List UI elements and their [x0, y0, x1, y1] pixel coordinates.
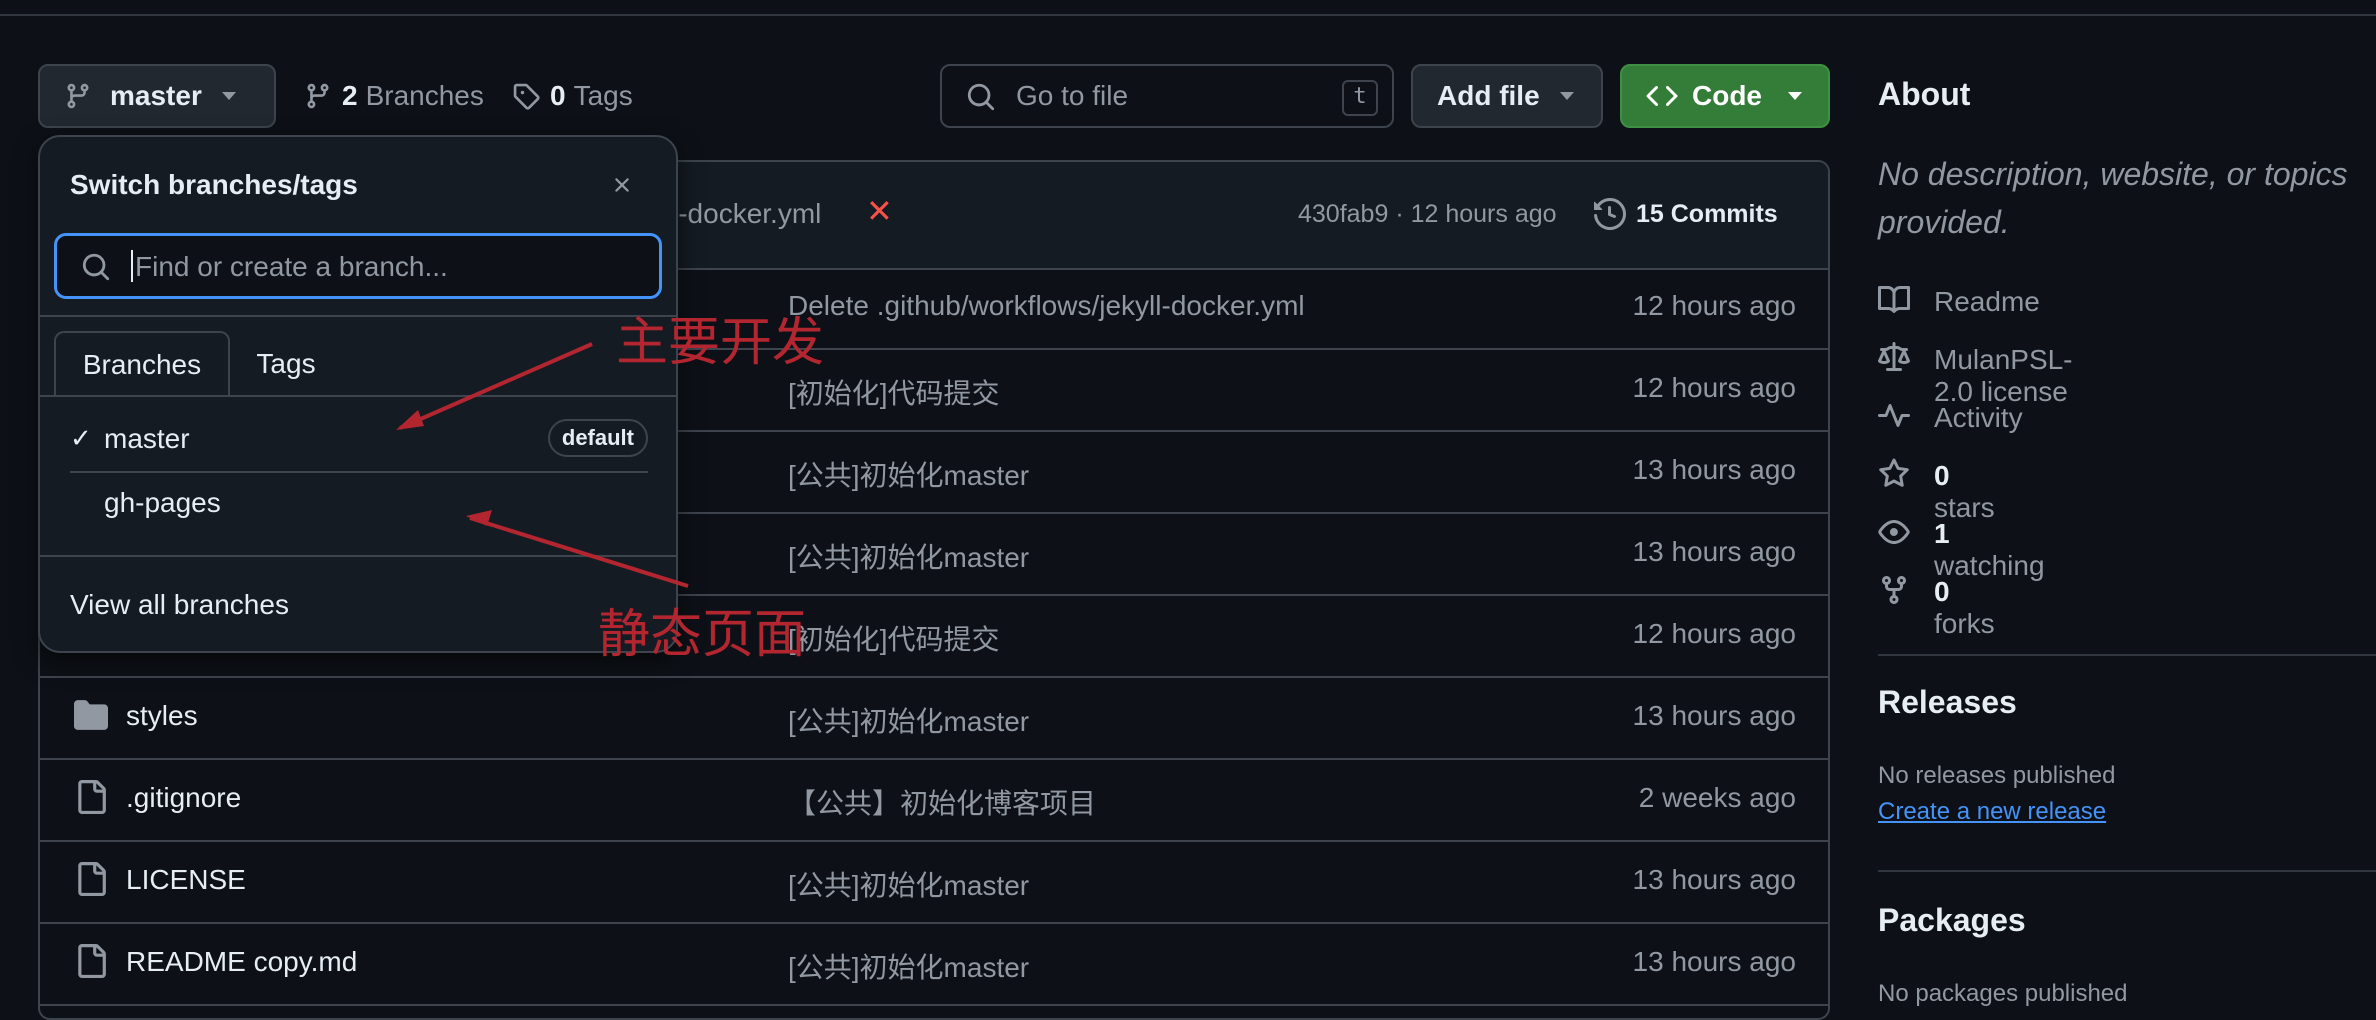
releases-heading[interactable]: Releases	[1878, 684, 2017, 721]
about-description: No description, website, or topics provi…	[1878, 156, 2348, 240]
arrow-main-dev	[399, 342, 593, 430]
repo-sidebar: About No description, website, or topics…	[1878, 0, 2376, 1014]
book-icon	[1878, 285, 1910, 313]
no-packages-text: No packages published	[1878, 980, 2128, 1007]
eye-icon	[1878, 520, 1910, 544]
packages-heading[interactable]: Packages	[1878, 902, 2026, 939]
arrow-static-pages	[469, 516, 689, 588]
repo-forked-icon	[1882, 576, 1906, 605]
create-release-link[interactable]: Create a new release	[1878, 798, 2106, 826]
stars-count: 0	[1934, 460, 1950, 491]
arrowhead-main-dev	[396, 410, 424, 430]
pulse-icon	[1878, 404, 1910, 427]
forks-label: forks	[1934, 608, 1995, 639]
readme-label: Readme	[1934, 286, 2040, 317]
license-label: MulanPSL-2.0 license	[1934, 344, 2073, 407]
annotation-static-pages: 静态页面	[598, 605, 807, 665]
divider	[1878, 870, 2376, 872]
stars-text: 0 stars	[1934, 460, 1995, 524]
about-heading: About	[1878, 76, 1971, 112]
forks-count: 0	[1934, 576, 1950, 607]
watching-text: 1 watching	[1934, 518, 2045, 582]
law-icon	[1878, 342, 1910, 371]
annotation-main-dev: 主要开发	[616, 313, 825, 373]
no-releases-text: No releases published	[1878, 762, 2116, 789]
forks-text: 0 forks	[1934, 576, 1995, 640]
activity-label: Activity	[1934, 402, 2023, 433]
star-icon	[1879, 458, 1909, 487]
watching-count: 1	[1934, 518, 1950, 549]
divider	[1878, 654, 2376, 656]
